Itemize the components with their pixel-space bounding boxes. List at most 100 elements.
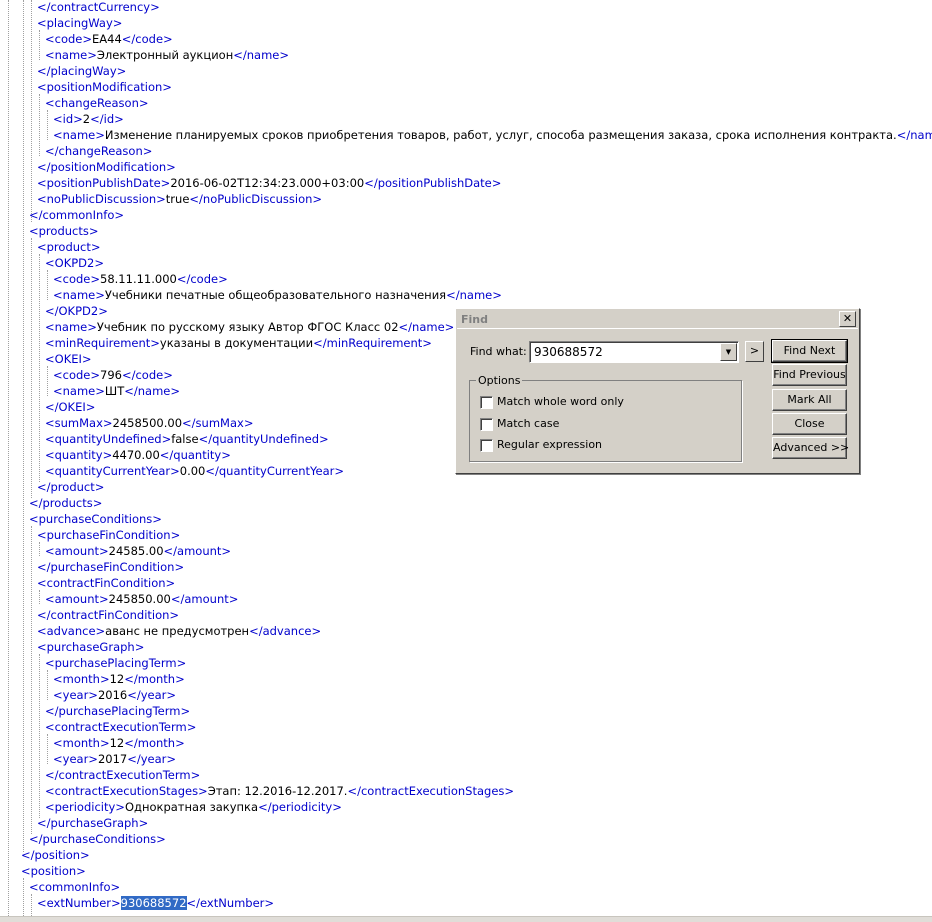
match-whole-word-label: Match whole word only [497, 395, 624, 408]
indent-guide [47, 734, 48, 764]
xml-tag: <name> [53, 288, 105, 302]
find-what-input[interactable]: 930688572 ▼ [529, 341, 739, 363]
xml-tag: <name> [45, 320, 97, 334]
xml-tag: </quantityCurrentYear> [205, 464, 345, 478]
regex-helper-button[interactable]: > [745, 341, 764, 362]
xml-tag: </extNumber> [186, 896, 275, 910]
xml-tag: </product> [37, 480, 105, 494]
chevron-down-icon[interactable]: ▼ [720, 343, 737, 361]
indent-guide [47, 270, 48, 300]
indent-guide [39, 30, 40, 60]
xml-line: <name>Учебники печатные общеобразователь… [53, 287, 502, 303]
xml-line: <changeReason> [45, 95, 149, 111]
xml-tag: <contractFinCondition> [37, 576, 176, 590]
xml-tag: </positionModification> [37, 160, 176, 174]
xml-line: <quantity>4470.00</quantity> [45, 447, 231, 463]
find-previous-button[interactable]: Find Previous [772, 364, 847, 386]
xml-tag: <month> [53, 736, 110, 750]
close-icon[interactable]: ✕ [839, 311, 856, 327]
xml-tag: </code> [121, 32, 173, 46]
xml-tag: </contractExecutionStages> [347, 784, 515, 798]
indent-guide [47, 670, 48, 700]
xml-tag: <OKPD2> [45, 256, 104, 270]
xml-line: <purchaseFinCondition> [37, 527, 180, 543]
find-what-value[interactable]: 930688572 [534, 345, 603, 359]
xml-line: <commonInfo> [29, 879, 120, 895]
xml-text: 245850.00 [108, 592, 171, 606]
xml-tag: </contractExecutionTerm> [45, 768, 201, 782]
find-next-button[interactable]: Find Next [771, 339, 848, 363]
xml-line: <periodicity>Однократная закупка</period… [45, 799, 342, 815]
mark-all-button[interactable]: Mark All [772, 389, 847, 411]
match-case-label: Match case [497, 417, 560, 430]
indent-guide [39, 590, 40, 604]
xml-tag: </name> [446, 288, 502, 302]
regular-expression-checkbox[interactable] [480, 439, 493, 452]
xml-tag: </products> [29, 496, 103, 510]
xml-tag: </name> [896, 128, 932, 142]
xml-line: </products> [29, 495, 102, 511]
indent-guide [39, 94, 40, 156]
xml-line: <name>Электронный аукцион</name> [45, 47, 289, 63]
xml-tag: </purchaseConditions> [29, 832, 166, 846]
xml-tag: <periodicity> [45, 800, 125, 814]
xml-line: </purchaseConditions> [29, 831, 166, 847]
advanced-button[interactable]: Advanced >> [772, 437, 849, 459]
xml-text: 2016 [97, 688, 128, 702]
xml-text: 796 [100, 368, 122, 382]
xml-line: <code>796</code> [53, 367, 173, 383]
xml-line: <noPublicDiscussion>true</noPublicDiscus… [37, 191, 322, 207]
indent-guide [23, 878, 24, 916]
xml-line: <amount>245850.00</amount> [45, 591, 238, 607]
xml-line: </contractFinCondition> [37, 607, 179, 623]
xml-tag: <amount> [45, 592, 109, 606]
xml-text: указаны в документации [159, 336, 314, 350]
xml-text: 24585.00 [108, 544, 164, 558]
xml-line: <month>12</month> [53, 671, 185, 687]
xml-line: <quantityUndefined>false</quantityUndefi… [45, 431, 329, 447]
xml-tag: <month> [53, 672, 110, 686]
xml-tag: </OKEI> [45, 400, 96, 414]
xml-line: </contractExecutionTerm> [45, 767, 200, 783]
xml-tag: </purchasePlacingTerm> [45, 704, 191, 718]
xml-tag: </quantityUndefined> [198, 432, 329, 446]
xml-tag: </quantity> [159, 448, 231, 462]
xml-tag: <changeReason> [45, 96, 149, 110]
xml-tag: </code> [121, 368, 173, 382]
xml-tag: <quantity> [45, 448, 113, 462]
xml-tag: </contractCurrency> [37, 0, 160, 14]
xml-line: <name>Учебник по русскому языку Автор ФГ… [45, 319, 454, 335]
xml-line: <positionModification> [37, 79, 172, 95]
xml-tag: <noPublicDiscussion> [37, 192, 166, 206]
xml-tag: </name> [233, 48, 289, 62]
close-button[interactable]: Close [772, 413, 847, 435]
xml-tag: <code> [53, 272, 101, 286]
find-dialog-title: Find [461, 313, 488, 326]
xml-tag: </code> [176, 272, 228, 286]
xml-tag: <name> [45, 48, 97, 62]
xml-line: <position> [21, 863, 86, 879]
xml-line: </purchaseFinCondition> [37, 559, 184, 575]
xml-tag: <products> [29, 224, 99, 238]
indent-guide [31, 526, 32, 834]
xml-line: <id>2</id> [53, 111, 124, 127]
xml-tag: </contractFinCondition> [37, 608, 180, 622]
xml-line: </positionModification> [37, 159, 176, 175]
xml-line: <advance>аванс не предусмотрен</advance> [37, 623, 321, 639]
xml-line: <purchasePlacingTerm> [45, 655, 186, 671]
xml-text: 2016-06-02T12:34:23.000+03:00 [170, 176, 365, 190]
horizontal-scrollbar[interactable] [0, 916, 932, 922]
match-case-checkbox[interactable] [480, 418, 493, 431]
xml-line: <OKPD2> [45, 255, 104, 271]
xml-line: <placingWay> [37, 15, 122, 31]
xml-tag: <positionPublishDate> [37, 176, 171, 190]
indent-guide [23, 0, 24, 852]
xml-line: <positionPublishDate>2016-06-02T12:34:23… [37, 175, 501, 191]
xml-text: 2 [82, 112, 91, 126]
xml-text: 58.11.11.000 [100, 272, 177, 286]
match-whole-word-checkbox[interactable] [480, 396, 493, 409]
xml-tag: <position> [21, 864, 86, 878]
find-dialog-titlebar[interactable]: Find ✕ [457, 310, 858, 329]
xml-tag: </sumMax> [182, 416, 254, 430]
xml-text: ШТ [104, 384, 125, 398]
